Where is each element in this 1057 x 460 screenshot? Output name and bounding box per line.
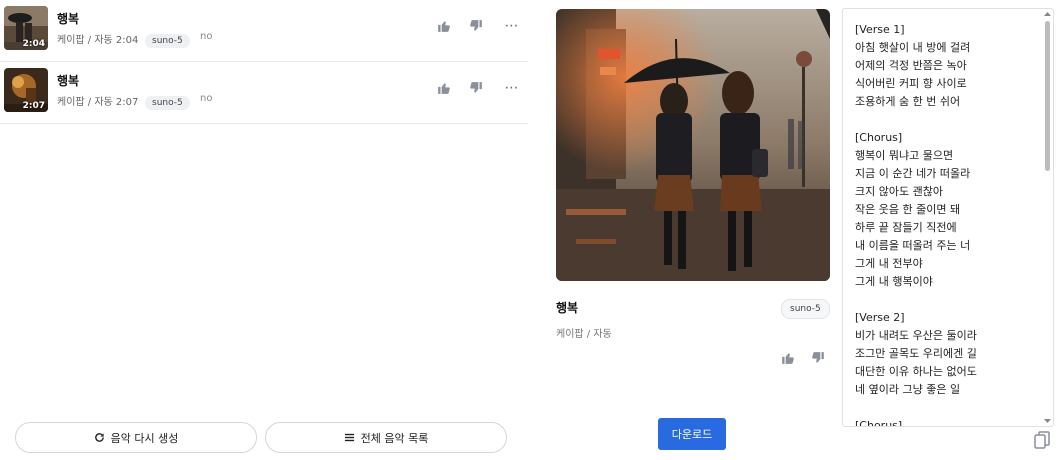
track-row[interactable]: 2:07 행복 케이팝 / 자동 2:07 suno-5 no ⋯ <box>0 62 528 124</box>
download-button[interactable]: 다운로드 <box>658 418 726 450</box>
scroll-up-icon[interactable] <box>1044 11 1051 17</box>
thumbs-up-icon[interactable] <box>436 80 452 96</box>
track-thumbnail[interactable]: 2:07 <box>4 68 48 112</box>
thumbs-down-icon[interactable] <box>810 350 826 366</box>
scroll-down-icon[interactable] <box>1044 418 1051 424</box>
cover-art-image <box>556 9 830 281</box>
thumbs-up-icon[interactable] <box>436 18 452 34</box>
track-thumbnail[interactable]: 2:04 <box>4 6 48 50</box>
track-meta: 케이팝 / 자동 2:04 <box>57 35 139 46</box>
detail-model-badge: suno-5 <box>781 299 830 319</box>
lyrics-panel[interactable]: [Verse 1] 아침 햇살이 내 방에 걸려 어제의 걱정 반쯤은 녹아 식… <box>842 8 1054 427</box>
regenerate-music-button[interactable]: 음악 다시 생성 <box>15 422 257 453</box>
lyrics-text: [Verse 1] 아침 햇살이 내 방에 걸려 어제의 걱정 반쯤은 녹아 식… <box>855 23 977 427</box>
detail-meta: 케이팝 / 자동 <box>556 329 612 340</box>
model-badge: suno-5 <box>145 34 190 48</box>
track-list: 2:04 행복 케이팝 / 자동 2:04 suno-5 no ⋯ 2:07 행… <box>0 0 528 124</box>
lyrics-scrollbar[interactable] <box>1044 11 1051 424</box>
track-title[interactable]: 행복 <box>57 72 79 89</box>
track-duration: 2:04 <box>22 39 45 49</box>
menu-icon <box>344 433 354 442</box>
track-title[interactable]: 행복 <box>57 10 79 27</box>
track-extra: no <box>200 31 213 42</box>
full-list-label: 전체 음악 목록 <box>360 431 429 445</box>
thumbs-down-icon[interactable] <box>468 80 484 96</box>
scroll-thumb[interactable] <box>1045 21 1050 171</box>
track-row[interactable]: 2:04 행복 케이팝 / 자동 2:04 suno-5 no ⋯ <box>0 0 528 62</box>
regenerate-label: 음악 다시 생성 <box>110 431 179 445</box>
track-meta: 케이팝 / 자동 2:07 <box>57 97 139 108</box>
copy-icon[interactable] <box>1034 431 1050 449</box>
more-horizontal-icon[interactable]: ⋯ <box>504 80 520 96</box>
more-horizontal-icon[interactable]: ⋯ <box>504 18 520 34</box>
refresh-icon <box>94 433 104 442</box>
thumbs-down-icon[interactable] <box>468 18 484 34</box>
track-duration: 2:07 <box>22 101 45 111</box>
model-badge: suno-5 <box>145 96 190 110</box>
track-extra: no <box>200 93 213 104</box>
thumbs-up-icon[interactable] <box>780 350 796 366</box>
full-music-list-button[interactable]: 전체 음악 목록 <box>265 422 507 453</box>
detail-title: 행복 <box>556 301 579 315</box>
